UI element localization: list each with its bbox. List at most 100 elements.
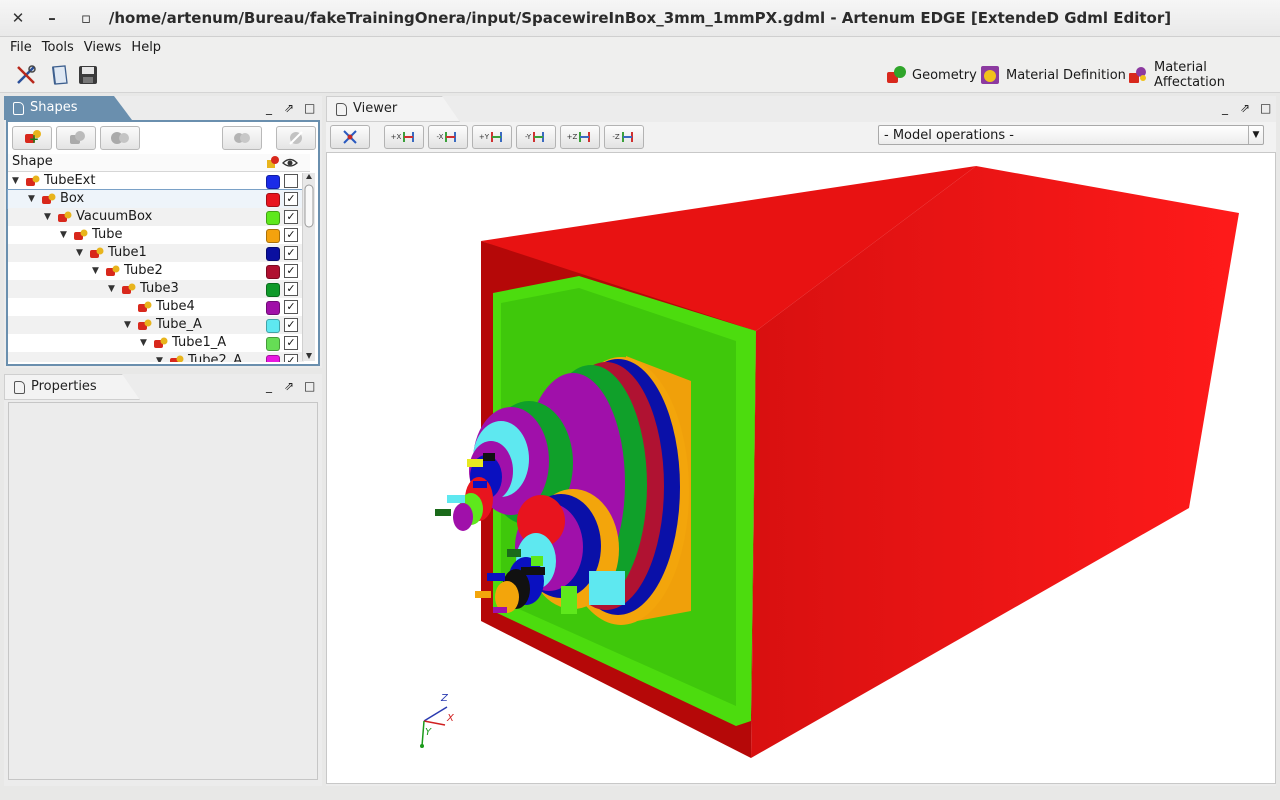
visibility-checkbox[interactable]: ✓ xyxy=(284,300,298,314)
tree-row-label: VacuumBox xyxy=(76,209,153,224)
shapes-tab[interactable]: Shapes xyxy=(4,96,132,120)
panel-icon xyxy=(336,103,347,116)
panel-maximize-button[interactable]: □ xyxy=(304,379,315,393)
menu-help[interactable]: Help xyxy=(126,37,166,59)
tree-clip: ▼ Tube2_A ✓ xyxy=(8,352,304,362)
visibility-checkbox[interactable]: ✓ xyxy=(284,264,298,278)
visibility-checkbox[interactable]: ✓ xyxy=(284,336,298,350)
visibility-checkbox[interactable]: ✓ xyxy=(284,228,298,242)
visibility-checkbox[interactable]: ✓ xyxy=(284,246,298,260)
panel-float-button[interactable]: ⇗ xyxy=(284,101,294,115)
tree-row-tubeext[interactable]: ▼ TubeExt xyxy=(8,172,304,190)
color-swatch[interactable] xyxy=(266,337,280,351)
add-shape-button[interactable]: + xyxy=(12,126,52,150)
panel-minimize-button[interactable]: _ xyxy=(1222,101,1228,115)
visibility-checkbox[interactable]: ✓ xyxy=(284,354,298,362)
viewer-tab[interactable]: Viewer xyxy=(326,96,460,122)
panel-icon xyxy=(13,102,24,115)
color-swatch[interactable] xyxy=(266,247,280,261)
color-swatch[interactable] xyxy=(266,175,280,189)
hide-button[interactable] xyxy=(276,126,316,150)
expand-arrow-icon[interactable]: ▼ xyxy=(92,262,99,280)
expand-arrow-icon[interactable]: ▼ xyxy=(140,334,147,352)
expand-arrow-icon[interactable]: ▼ xyxy=(76,244,83,262)
tree-row-tube-a[interactable]: ▼ Tube_A ✓ xyxy=(8,316,304,334)
color-swatch[interactable] xyxy=(266,211,280,225)
expand-arrow-icon[interactable]: ▼ xyxy=(124,316,131,334)
menu-file[interactable]: File xyxy=(5,37,37,59)
panel-icon xyxy=(14,381,25,394)
color-swatch[interactable] xyxy=(266,319,280,333)
tree-row-vacuumbox[interactable]: ▼ VacuumBox ✓ xyxy=(8,208,304,226)
viewer-canvas[interactable]: Z X Y xyxy=(326,152,1276,784)
expand-arrow-icon[interactable]: ▼ xyxy=(44,208,51,226)
tree-row-label: Tube1_A xyxy=(172,335,227,350)
panel-float-button[interactable]: ⇗ xyxy=(284,379,294,393)
color-swatch[interactable] xyxy=(266,265,280,279)
properties-tab-label: Properties xyxy=(31,379,97,394)
view-plus-z-button[interactable]: +Z xyxy=(560,125,600,149)
tree-row-tube1[interactable]: ▼ Tube1 ✓ xyxy=(8,244,304,262)
shapes-panel: Shapes _ ⇗ □ + Shape ▼ TubeExt ▼ Box ✓ ▼… xyxy=(4,96,322,368)
tree-row-label: Tube_A xyxy=(156,317,202,332)
color-swatch[interactable] xyxy=(266,355,280,362)
expand-arrow-icon[interactable]: ▼ xyxy=(156,352,163,362)
panel-float-button[interactable]: ⇗ xyxy=(1240,101,1250,115)
visibility-checkbox[interactable] xyxy=(284,174,298,188)
book-icon[interactable] xyxy=(48,63,72,87)
tree-row-box[interactable]: ▼ Box ✓ xyxy=(7,189,305,209)
color-swatch[interactable] xyxy=(266,301,280,315)
tree-row-tube3[interactable]: ▼ Tube3 ✓ xyxy=(8,280,304,298)
color-swatch[interactable] xyxy=(266,193,280,207)
panel-maximize-button[interactable]: □ xyxy=(304,101,315,115)
shape-node-icon xyxy=(26,175,40,187)
model-operations-select[interactable]: - Model operations - ▼ xyxy=(878,125,1264,145)
view-plus-x-button[interactable]: +X xyxy=(384,125,424,149)
tree-row-tube1-a[interactable]: ▼ Tube1_A ✓ xyxy=(8,334,304,352)
properties-tab[interactable]: Properties xyxy=(4,374,140,400)
perspective-material-affectation[interactable]: Material Affectation xyxy=(1128,60,1280,90)
shape-node-icon xyxy=(122,283,136,295)
subtraction-button[interactable] xyxy=(100,126,140,150)
expand-arrow-icon[interactable]: ▼ xyxy=(28,190,35,208)
viewer-toolbar: +X -X +Y -Y +Z -Z - Model operations - ▼ xyxy=(326,122,1276,152)
shape-node-icon xyxy=(138,319,152,331)
perspective-geometry[interactable]: Geometry xyxy=(886,63,977,87)
view-minus-z-button[interactable]: -Z xyxy=(604,125,644,149)
shape-node-icon xyxy=(90,247,104,259)
panel-minimize-button[interactable]: _ xyxy=(266,101,272,115)
expand-arrow-icon[interactable]: ▼ xyxy=(108,280,115,298)
visibility-checkbox[interactable]: ✓ xyxy=(284,192,298,206)
union-button[interactable] xyxy=(56,126,96,150)
visibility-checkbox[interactable]: ✓ xyxy=(284,210,298,224)
tree-row-tube2-a[interactable]: ▼ Tube2_A ✓ xyxy=(8,352,304,362)
color-swatch[interactable] xyxy=(266,229,280,243)
material-column-icon xyxy=(266,155,280,173)
tree-row-label: Tube3 xyxy=(140,281,179,296)
visibility-checkbox[interactable]: ✓ xyxy=(284,318,298,332)
tree-row-tube2[interactable]: ▼ Tube2 ✓ xyxy=(8,262,304,280)
tree-row-tube[interactable]: ▼ Tube ✓ xyxy=(8,226,304,244)
view-minus-x-button[interactable]: -X xyxy=(428,125,468,149)
menu-views[interactable]: Views xyxy=(79,37,127,59)
tree-row-label: Tube xyxy=(92,227,123,242)
perspective-material-definition[interactable]: Material Definition xyxy=(980,63,1126,87)
tools-icon[interactable] xyxy=(14,63,38,87)
expand-arrow-icon[interactable]: ▼ xyxy=(60,226,67,244)
save-icon[interactable] xyxy=(76,63,100,87)
intersection-button[interactable] xyxy=(222,126,262,150)
panel-maximize-button[interactable]: □ xyxy=(1260,101,1271,115)
tree-row-tube4[interactable]: Tube4 ✓ xyxy=(8,298,304,316)
viewer-tab-label: Viewer xyxy=(353,101,398,116)
window-titlebar: ✕ – ▫ /home/artenum/Bureau/fakeTrainingO… xyxy=(0,0,1280,37)
visibility-checkbox[interactable]: ✓ xyxy=(284,282,298,296)
reset-camera-button[interactable] xyxy=(330,125,370,149)
view-plus-y-button[interactable]: +Y xyxy=(472,125,512,149)
color-swatch[interactable] xyxy=(266,283,280,297)
panel-minimize-button[interactable]: _ xyxy=(266,379,272,393)
properties-panel: Properties _ ⇗ □ xyxy=(4,374,322,786)
menu-tools[interactable]: Tools xyxy=(37,37,79,59)
tree-scrollbar[interactable] xyxy=(302,173,315,361)
view-minus-y-button[interactable]: -Y xyxy=(516,125,556,149)
expand-arrow-icon[interactable]: ▼ xyxy=(12,172,19,190)
